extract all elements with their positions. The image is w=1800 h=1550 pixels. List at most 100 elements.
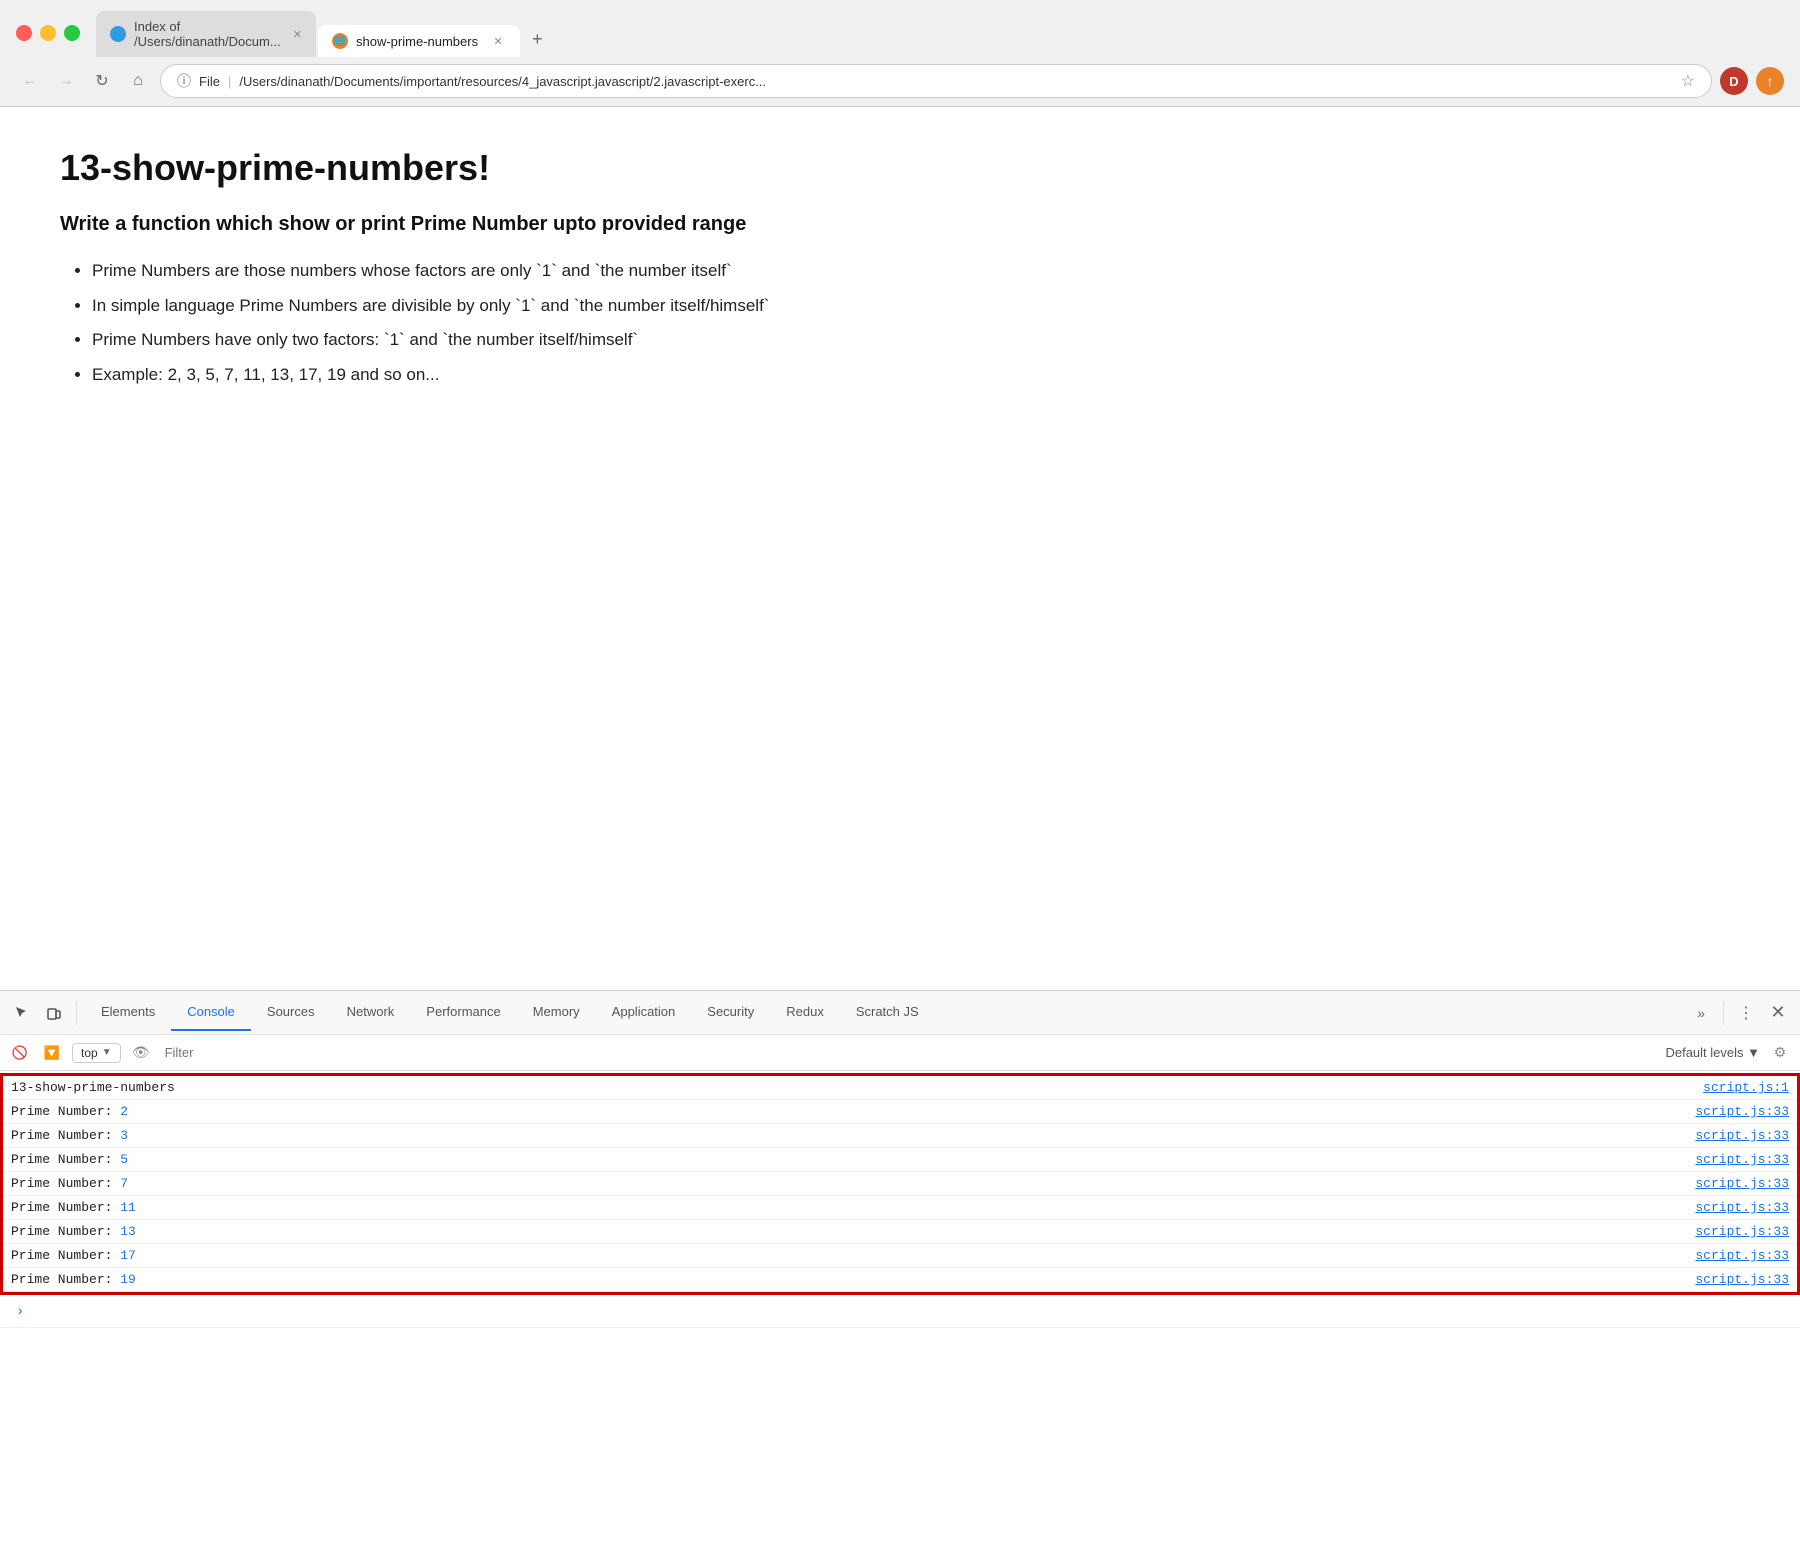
context-arrow-icon: ▼ — [102, 1047, 112, 1058]
home-btn[interactable]: ⌂ — [124, 67, 152, 95]
console-text-2: Prime Number: 2 — [11, 1104, 1695, 1119]
devtools-close-btn[interactable]: ✕ — [1764, 999, 1792, 1027]
devtools-menu-btn[interactable]: ⋮ — [1732, 999, 1760, 1027]
browser-chrome: 🌐 Index of /Users/dinanath/Docum... ✕ 🌐 … — [0, 0, 1800, 107]
console-link-4[interactable]: script.js:33 — [1695, 1152, 1789, 1167]
page-title: 13-show-prime-numbers! — [60, 147, 1740, 189]
console-link-5[interactable]: script.js:33 — [1695, 1176, 1789, 1191]
prime-num-6: 13 — [120, 1224, 136, 1239]
console-link-6[interactable]: script.js:33 — [1695, 1200, 1789, 1215]
minimize-window-btn[interactable] — [40, 25, 56, 41]
fullscreen-window-btn[interactable] — [64, 25, 80, 41]
close-window-btn[interactable] — [16, 25, 32, 41]
toolbar-separator — [76, 1001, 77, 1025]
address-spacer: | — [228, 74, 231, 89]
profile-btn[interactable]: D — [1720, 67, 1748, 95]
browser-tab-2[interactable]: 🌐 show-prime-numbers ✕ — [318, 25, 520, 57]
bullet-3: Prime Numbers have only two factors: `1`… — [92, 325, 1740, 356]
filter-input[interactable] — [161, 1043, 1658, 1062]
console-text-6: Prime Number: 11 — [11, 1200, 1695, 1215]
page-content: 13-show-prime-numbers! Write a function … — [0, 107, 1800, 787]
address-url: /Users/dinanath/Documents/important/reso… — [239, 74, 766, 89]
console-link-9[interactable]: script.js:33 — [1695, 1272, 1789, 1287]
default-levels-btn[interactable]: Default levels ▼ — [1665, 1045, 1760, 1060]
tab-console[interactable]: Console — [171, 994, 251, 1031]
prime-num-4: 7 — [120, 1176, 128, 1191]
tab-network[interactable]: Network — [331, 994, 411, 1031]
console-highlighted-group: 13-show-prime-numbers script.js:1 Prime … — [0, 1073, 1800, 1295]
title-bar: 🌐 Index of /Users/dinanath/Docum... ✕ 🌐 … — [0, 0, 1800, 56]
context-label: top — [81, 1046, 98, 1060]
console-text-5: Prime Number: 7 — [11, 1176, 1695, 1191]
console-row-3: Prime Number: 3 script.js:33 — [3, 1124, 1797, 1148]
tab-scratchjs[interactable]: Scratch JS — [840, 994, 935, 1031]
prime-num-2: 3 — [120, 1128, 128, 1143]
inspect-element-btn[interactable] — [8, 999, 36, 1027]
settings-gear-icon[interactable]: ⚙ — [1768, 1041, 1792, 1065]
tabs-bar: 🌐 Index of /Users/dinanath/Docum... ✕ 🌐 … — [96, 10, 1784, 56]
console-text-8: Prime Number: 17 — [11, 1248, 1695, 1263]
address-input[interactable]: ⓘ File | /Users/dinanath/Documents/impor… — [160, 64, 1712, 98]
more-tabs-btn[interactable]: » — [1687, 997, 1715, 1029]
tab-sources[interactable]: Sources — [251, 994, 331, 1031]
console-row-2: Prime Number: 2 script.js:33 — [3, 1100, 1797, 1124]
console-link-3[interactable]: script.js:33 — [1695, 1128, 1789, 1143]
console-link-7[interactable]: script.js:33 — [1695, 1224, 1789, 1239]
console-row-9: Prime Number: 19 script.js:33 — [3, 1268, 1797, 1292]
forward-btn[interactable]: → — [52, 67, 80, 95]
eye-btn[interactable]: 👁 — [129, 1041, 153, 1065]
console-row-1: 13-show-prime-numbers script.js:1 — [3, 1076, 1797, 1100]
tab1-title: Index of /Users/dinanath/Docum... — [134, 19, 281, 49]
filter-btn[interactable]: 🔽 — [40, 1041, 64, 1065]
prime-num-7: 17 — [120, 1248, 136, 1263]
update-btn[interactable]: ↑ — [1756, 67, 1784, 95]
reload-btn[interactable]: ↻ — [88, 67, 116, 95]
console-text-9: Prime Number: 19 — [11, 1272, 1695, 1287]
page-subtitle: Write a function which show or print Pri… — [60, 213, 1740, 236]
console-row-6: Prime Number: 11 script.js:33 — [3, 1196, 1797, 1220]
tab-security[interactable]: Security — [691, 994, 770, 1031]
prime-num-8: 19 — [120, 1272, 136, 1287]
bullet-1: Prime Numbers are those numbers whose fa… — [92, 256, 1740, 287]
prime-num-3: 5 — [120, 1152, 128, 1167]
protocol-label: File — [199, 74, 220, 89]
console-row-7: Prime Number: 13 script.js:33 — [3, 1220, 1797, 1244]
address-bar: ← → ↻ ⌂ ⓘ File | /Users/dinanath/Documen… — [0, 56, 1800, 106]
tab2-close-btn[interactable]: ✕ — [490, 33, 506, 49]
bookmark-icon[interactable]: ☆ — [1681, 71, 1695, 91]
tab1-icon: 🌐 — [110, 26, 126, 42]
console-prompt-row[interactable]: › — [0, 1297, 1800, 1328]
prime-num-5: 11 — [120, 1200, 136, 1215]
console-row-4: Prime Number: 5 script.js:33 — [3, 1148, 1797, 1172]
console-output: 13-show-prime-numbers script.js:1 Prime … — [0, 1071, 1800, 1550]
bullet-list: Prime Numbers are those numbers whose fa… — [60, 256, 1740, 390]
tab-application[interactable]: Application — [596, 994, 692, 1031]
console-text-7: Prime Number: 13 — [11, 1224, 1695, 1239]
tab1-close-btn[interactable]: ✕ — [293, 26, 302, 42]
context-selector[interactable]: top ▼ — [72, 1043, 121, 1063]
tab-memory[interactable]: Memory — [517, 994, 596, 1031]
devtools-toolbar: Elements Console Sources Network Perform… — [0, 991, 1800, 1035]
console-row-8: Prime Number: 17 script.js:33 — [3, 1244, 1797, 1268]
devtools-tabs: Elements Console Sources Network Perform… — [85, 994, 1683, 1031]
back-btn[interactable]: ← — [16, 67, 44, 95]
console-text-3: Prime Number: 3 — [11, 1128, 1695, 1143]
devtools-panel: Elements Console Sources Network Perform… — [0, 990, 1800, 1550]
device-toggle-btn[interactable] — [40, 999, 68, 1027]
browser-tab-1[interactable]: 🌐 Index of /Users/dinanath/Docum... ✕ — [96, 11, 316, 57]
console-prompt-icon: › — [8, 1300, 32, 1324]
traffic-lights — [16, 25, 80, 41]
clear-console-btn[interactable]: 🚫 — [8, 1041, 32, 1065]
tab2-icon: 🌐 — [332, 33, 348, 49]
prime-num-1: 2 — [120, 1104, 128, 1119]
console-row-5: Prime Number: 7 script.js:33 — [3, 1172, 1797, 1196]
tab-redux[interactable]: Redux — [770, 994, 840, 1031]
console-link-1[interactable]: script.js:1 — [1703, 1080, 1789, 1095]
console-link-2[interactable]: script.js:33 — [1695, 1104, 1789, 1119]
tab-performance[interactable]: Performance — [410, 994, 516, 1031]
new-tab-btn[interactable]: + — [522, 23, 553, 56]
console-link-8[interactable]: script.js:33 — [1695, 1248, 1789, 1263]
console-bar: 🚫 🔽 top ▼ 👁 Default levels ▼ ⚙ — [0, 1035, 1800, 1071]
tab2-title: show-prime-numbers — [356, 34, 478, 49]
tab-elements[interactable]: Elements — [85, 994, 171, 1031]
